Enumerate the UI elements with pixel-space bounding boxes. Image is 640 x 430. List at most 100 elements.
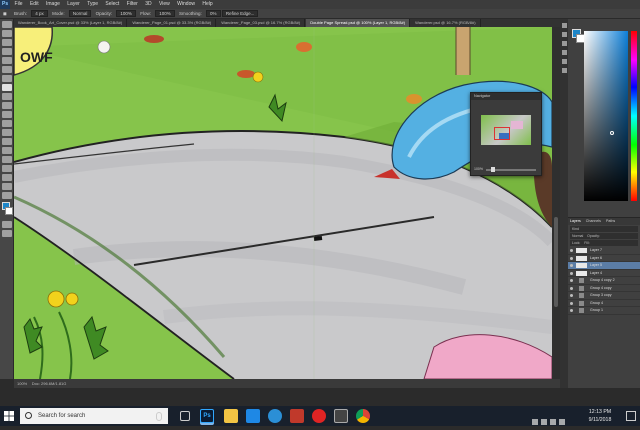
layer-filter-kind[interactable]: Kind xyxy=(570,226,638,232)
color-field[interactable] xyxy=(584,31,628,201)
tab-paths[interactable]: Paths xyxy=(604,219,617,223)
quick-select-tool-icon[interactable] xyxy=(2,48,12,55)
photoshop-logo-icon[interactable]: Ps xyxy=(0,0,11,9)
pen-tool-icon[interactable] xyxy=(2,147,12,154)
quick-mask-icon[interactable] xyxy=(2,221,12,228)
navigator-title[interactable]: Navigator xyxy=(471,93,541,100)
info-panel-icon[interactable] xyxy=(561,50,567,55)
layer-row[interactable]: Layer 4 xyxy=(568,270,640,277)
document-tab[interactable]: Wanderer_Page_01.psd @ 33.3% (RGB/8#) xyxy=(128,19,217,27)
canvas-vertical-scrollbar[interactable] xyxy=(552,27,560,379)
menu-view[interactable]: View xyxy=(156,0,173,9)
opera-icon[interactable] xyxy=(312,409,326,423)
taskbar-search-box[interactable]: Search for search xyxy=(20,408,168,424)
opacity-field[interactable]: 100% xyxy=(116,10,136,18)
adjustments-panel-icon[interactable] xyxy=(561,68,567,73)
smoothing-field[interactable]: 0% xyxy=(206,10,221,18)
tab-layers[interactable]: Layers xyxy=(568,219,583,223)
menu-file[interactable]: File xyxy=(12,0,26,9)
menu-image[interactable]: Image xyxy=(43,0,63,9)
brush-tool-icon[interactable] xyxy=(2,84,12,91)
task-view-icon[interactable] xyxy=(180,411,190,421)
eraser-tool-icon[interactable] xyxy=(2,111,12,118)
eye-icon[interactable] xyxy=(570,256,573,260)
windows-start-icon[interactable] xyxy=(4,411,14,421)
menu-layer[interactable]: Layer xyxy=(64,0,83,9)
navigator-zoom-knob[interactable] xyxy=(491,167,495,172)
layer-group-row[interactable]: Group 4 copy 2 xyxy=(568,277,640,285)
screen-mode-icon[interactable] xyxy=(2,230,12,237)
layer-group-row[interactable]: Group 1 xyxy=(568,307,640,315)
document-tab[interactable]: Wanderer_Book_Art_Cover.psd @ 33% (Layer… xyxy=(14,19,128,27)
document-tab-active[interactable]: Double Page Spread.psd @ 100% (Layer 1, … xyxy=(306,19,411,27)
mode-select[interactable]: Normal xyxy=(68,10,92,18)
gradient-tool-icon[interactable] xyxy=(2,120,12,127)
eyedropper-tool-icon[interactable] xyxy=(2,66,12,73)
menu-3d[interactable]: 3D xyxy=(142,0,154,9)
chrome-icon[interactable] xyxy=(356,409,370,423)
layer-row[interactable]: Layer 6 xyxy=(568,255,640,262)
photos-icon[interactable] xyxy=(290,409,304,423)
color-swatches[interactable] xyxy=(1,202,13,218)
chevron-up-icon[interactable] xyxy=(532,419,538,425)
edge-icon[interactable] xyxy=(268,409,282,423)
artwork[interactable]: OWF xyxy=(14,27,552,379)
crop-tool-icon[interactable] xyxy=(2,57,12,64)
volume-icon[interactable] xyxy=(550,419,556,425)
background-color-swatch[interactable] xyxy=(5,207,13,215)
menu-type[interactable]: Type xyxy=(84,0,101,9)
scrollbar-thumb[interactable] xyxy=(554,217,558,307)
layer-row-selected[interactable]: Layer 5 xyxy=(568,262,640,270)
blur-tool-icon[interactable] xyxy=(2,129,12,136)
microphone-icon[interactable] xyxy=(156,412,162,421)
document-tab[interactable]: Wanderer_Page_03.psd @ 16.7% (RGB/8#) xyxy=(217,19,306,27)
navigator-panel[interactable]: Navigator 100% xyxy=(470,92,542,176)
move-tool-icon[interactable] xyxy=(2,21,12,28)
lasso-tool-icon[interactable] xyxy=(2,39,12,46)
eye-icon[interactable] xyxy=(570,249,573,252)
blend-mode-select[interactable]: Normal xyxy=(572,234,583,238)
menu-filter[interactable]: Filter xyxy=(124,0,141,9)
tab-channels[interactable]: Channels xyxy=(584,219,603,223)
network-icon[interactable] xyxy=(541,419,547,425)
hue-slider[interactable] xyxy=(631,31,637,201)
brush-preset-icon[interactable]: ◼ xyxy=(0,9,10,19)
refine-edge-button[interactable]: Refine Edge... xyxy=(221,10,259,18)
character-panel-icon[interactable] xyxy=(561,59,567,64)
navigator-zoom-value[interactable]: 100% xyxy=(474,167,483,172)
menu-help[interactable]: Help xyxy=(199,0,215,9)
hand-tool-icon[interactable] xyxy=(2,183,12,190)
flow-field[interactable]: 100% xyxy=(155,10,175,18)
mail-icon[interactable] xyxy=(334,409,348,423)
eye-icon[interactable] xyxy=(570,286,573,290)
clone-stamp-tool-icon[interactable] xyxy=(2,93,12,100)
keyboard-icon[interactable] xyxy=(559,419,565,425)
notification-icon[interactable] xyxy=(626,411,636,421)
color-picker-panel[interactable] xyxy=(568,19,640,217)
type-tool-icon[interactable] xyxy=(2,156,12,163)
rectangle-tool-icon[interactable] xyxy=(2,174,12,181)
eye-icon[interactable] xyxy=(570,294,573,297)
dodge-tool-icon[interactable] xyxy=(2,138,12,145)
healing-brush-tool-icon[interactable] xyxy=(2,75,12,82)
zoom-tool-icon[interactable] xyxy=(2,192,12,199)
menu-window[interactable]: Window xyxy=(174,0,198,9)
history-panel-icon[interactable] xyxy=(561,23,567,28)
navigator-view-box[interactable] xyxy=(494,127,510,140)
document-tab[interactable]: Wanderer.psd @ 16.7% (RGB/8#) xyxy=(411,19,481,27)
file-explorer-icon[interactable] xyxy=(224,409,238,423)
marquee-tool-icon[interactable] xyxy=(2,30,12,37)
brush-size-field[interactable]: 4 px xyxy=(31,10,48,18)
layer-group-row[interactable]: Group 3 copy xyxy=(568,292,640,300)
eye-icon[interactable] xyxy=(570,301,573,305)
eye-icon[interactable] xyxy=(570,309,573,312)
navigator-thumbnail[interactable] xyxy=(481,115,531,145)
layer-group-row[interactable]: Group 4 xyxy=(568,300,640,307)
color-field-cursor[interactable] xyxy=(610,131,614,135)
layer-group-row[interactable]: Group 4 copy xyxy=(568,285,640,292)
layer-row[interactable]: Layer 7 xyxy=(568,247,640,255)
menu-edit[interactable]: Edit xyxy=(27,0,42,9)
store-icon[interactable] xyxy=(246,409,260,423)
path-select-tool-icon[interactable] xyxy=(2,165,12,172)
eye-icon[interactable] xyxy=(570,279,573,282)
